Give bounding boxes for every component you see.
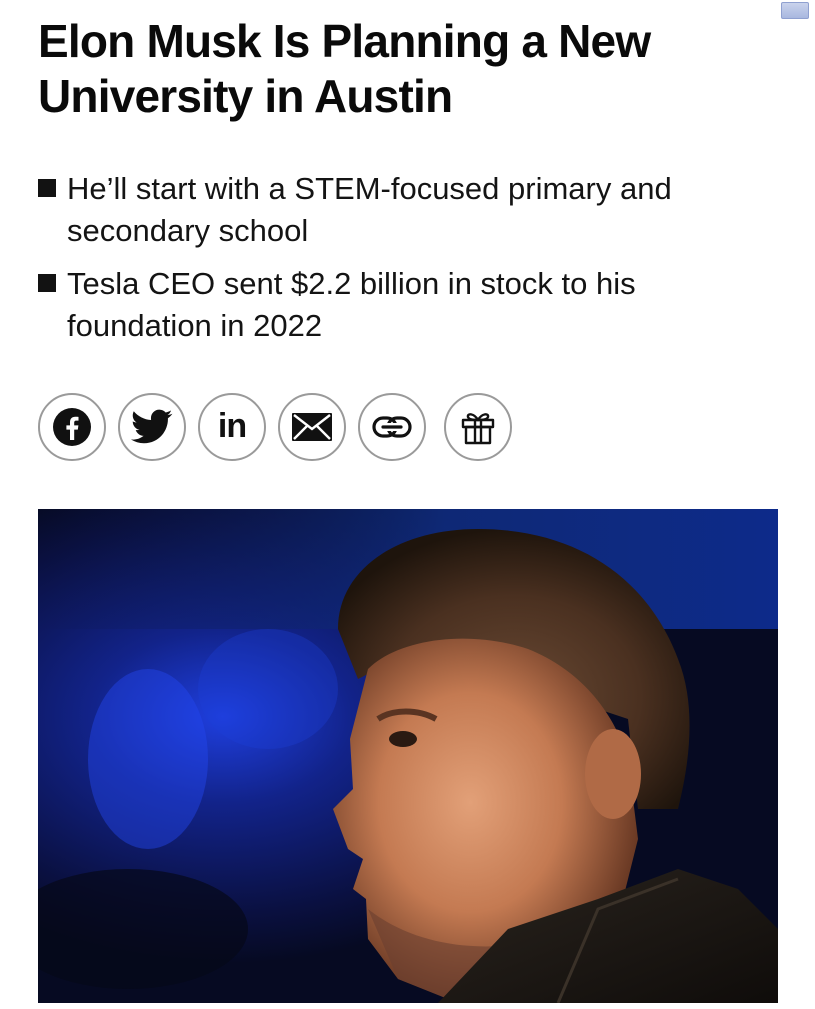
gift-article-button[interactable]	[444, 393, 512, 461]
share-facebook-button[interactable]	[38, 393, 106, 461]
article-summary-list: He’ll start with a STEM-focused primary …	[38, 168, 778, 358]
bullet-square-icon	[38, 274, 56, 292]
bullet-square-icon	[38, 179, 56, 197]
facebook-icon	[53, 408, 91, 446]
share-email-button[interactable]	[278, 393, 346, 461]
twitter-icon	[131, 409, 173, 444]
summary-bullet-text: He’ll start with a STEM-focused primary …	[67, 171, 672, 248]
summary-bullet: Tesla CEO sent $2.2 billion in stock to …	[38, 263, 778, 347]
share-linkedin-button[interactable]: in	[198, 393, 266, 461]
link-icon	[372, 416, 412, 438]
summary-bullet-text: Tesla CEO sent $2.2 billion in stock to …	[67, 266, 636, 343]
article-headline: Elon Musk Is Planning a New University i…	[38, 15, 651, 122]
email-icon	[292, 413, 332, 441]
share-twitter-button[interactable]	[118, 393, 186, 461]
watermark-logo	[781, 2, 809, 19]
summary-bullet: He’ll start with a STEM-focused primary …	[38, 168, 778, 252]
gift-icon	[461, 413, 495, 445]
portrait-image	[38, 509, 778, 1003]
share-bar: in	[38, 393, 512, 461]
copy-link-button[interactable]	[358, 393, 426, 461]
linkedin-icon: in	[217, 406, 247, 445]
article-photo	[38, 509, 778, 1003]
